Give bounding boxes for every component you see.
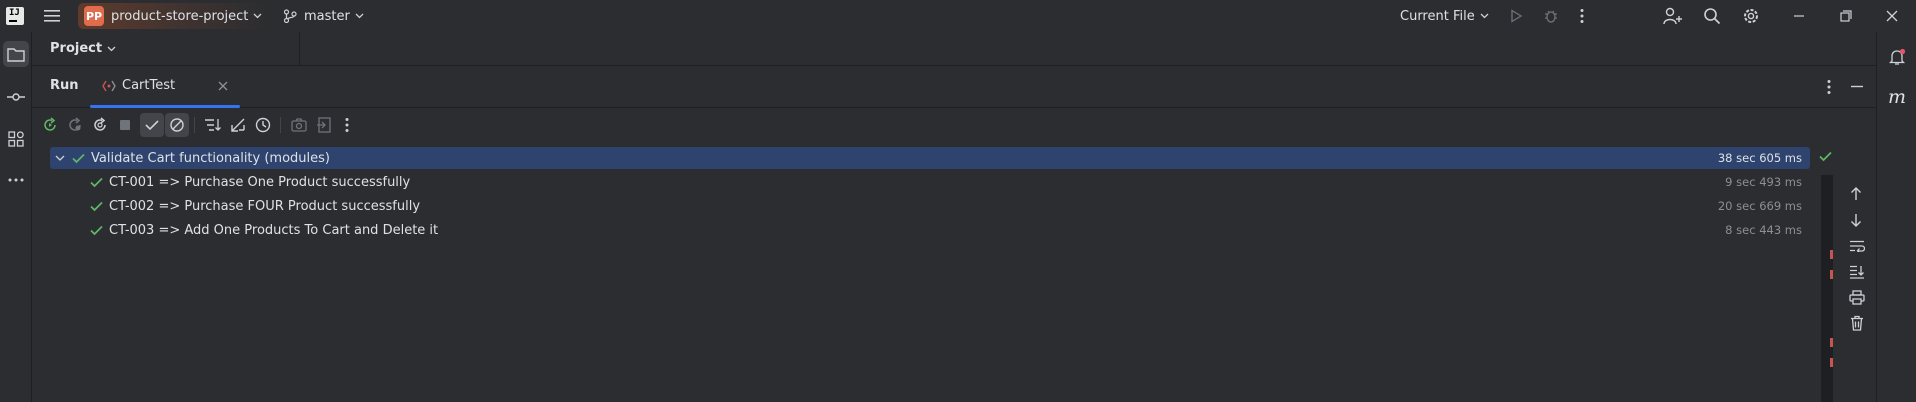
tab-carttest[interactable]: CartTest [90, 66, 240, 108]
options-more-icon[interactable] [1827, 79, 1831, 95]
run-tool-window-header: Run CartTest [32, 66, 1876, 108]
stop-icon[interactable] [113, 113, 137, 137]
run-config-label: Current File [1400, 8, 1475, 24]
test-results-tree: Validate Cart functionality (modules) 38… [32, 145, 1820, 402]
project-view-selector[interactable]: Project [50, 32, 116, 65]
panel-divider [299, 32, 300, 65]
test-duration: 8 sec 443 ms [1725, 223, 1802, 237]
more-icon[interactable] [1580, 0, 1584, 32]
console-text-mark [1830, 358, 1833, 367]
show-passed-icon[interactable] [140, 113, 164, 137]
toolbar-separator [194, 117, 195, 133]
console-text-mark [1830, 250, 1833, 259]
chevron-down-icon[interactable] [55, 155, 67, 162]
notifications-icon[interactable] [1884, 44, 1910, 70]
chevron-down-icon [355, 13, 364, 19]
run-window-title: Run [50, 78, 79, 93]
branch-switcher[interactable]: master [283, 0, 364, 32]
print-icon[interactable] [1849, 290, 1865, 305]
soft-wrap-icon[interactable] [1849, 240, 1865, 252]
suite-name: Validate Cart functionality (modules) [91, 150, 330, 166]
suite-duration: 38 sec 605 ms [1717, 151, 1802, 165]
console-text-mark [1830, 338, 1833, 347]
settings-icon[interactable] [1742, 0, 1760, 32]
passed-check-icon [90, 177, 103, 188]
folder-icon[interactable] [3, 41, 29, 67]
branch-name: master [304, 8, 350, 24]
test-duration: 9 sec 493 ms [1725, 175, 1802, 189]
add-user-icon[interactable] [1663, 0, 1683, 32]
arrow-down-icon[interactable] [1850, 213, 1862, 227]
test-case-row[interactable]: CT-002 => Purchase FOUR Product successf… [50, 195, 1810, 217]
passed-check-icon [90, 225, 103, 236]
test-case-row[interactable]: CT-001 => Purchase One Product successfu… [50, 171, 1810, 193]
project-switcher[interactable]: PP product-store-project [78, 3, 271, 29]
restore-icon[interactable] [1840, 0, 1852, 32]
console-side-toolbar [1840, 145, 1874, 402]
app-logo[interactable]: IJ [6, 0, 24, 32]
debug-icon[interactable] [1543, 0, 1559, 32]
search-icon[interactable] [1703, 0, 1721, 32]
project-view-label: Project [50, 41, 103, 56]
project-header: Project [32, 32, 1876, 66]
rerun-icon[interactable] [38, 113, 62, 137]
test-duration: 20 sec 669 ms [1717, 199, 1802, 213]
tab-label: CartTest [122, 78, 176, 93]
chevron-down-icon [1480, 13, 1489, 19]
right-tool-strip: m [1876, 32, 1916, 402]
toolbar-separator [280, 117, 281, 133]
run-toolbar [32, 108, 1876, 142]
test-case-row[interactable]: CT-003 => Add One Products To Cart and D… [50, 219, 1810, 241]
test-tab-icon [102, 79, 116, 93]
passed-check-icon [1819, 151, 1832, 162]
scroll-to-end-icon[interactable] [1849, 265, 1865, 279]
passed-check-icon [90, 201, 103, 212]
test-name: CT-003 => Add One Products To Cart and D… [109, 222, 439, 238]
more-tools-icon[interactable] [3, 167, 29, 193]
minimize-icon[interactable] [1793, 0, 1805, 32]
rerun-failed-icon[interactable] [63, 113, 87, 137]
console-output-strip[interactable] [1819, 145, 1833, 402]
export-icon[interactable] [312, 113, 336, 137]
run-icon[interactable] [1509, 0, 1523, 32]
plugins-icon[interactable] [3, 126, 29, 152]
commit-icon[interactable] [3, 84, 29, 110]
title-bar: IJ PP product-store-project master Curre… [0, 0, 1916, 32]
console-text-mark [1830, 270, 1833, 279]
close-tab-icon[interactable] [218, 81, 228, 91]
test-name: CT-002 => Purchase FOUR Product successf… [109, 198, 421, 214]
run-config-selector[interactable]: Current File [1400, 0, 1489, 32]
passed-check-icon [72, 153, 85, 164]
show-ignored-icon[interactable] [165, 113, 189, 137]
collapse-icon[interactable] [226, 113, 250, 137]
trash-icon[interactable] [1850, 315, 1864, 331]
chevron-down-icon [253, 13, 262, 19]
test-suite-row[interactable]: Validate Cart functionality (modules) 38… [50, 147, 1810, 169]
hide-panel-icon[interactable] [1850, 85, 1864, 88]
project-badge: PP [84, 6, 104, 26]
ai-assistant-icon[interactable]: m [1884, 84, 1910, 110]
sort-icon[interactable] [201, 113, 225, 137]
test-name: CT-001 => Purchase One Product successfu… [109, 174, 411, 190]
chevron-down-icon [107, 46, 116, 52]
toggle-auto-test-icon[interactable] [88, 113, 112, 137]
close-icon[interactable] [1886, 0, 1898, 32]
screenshot-icon[interactable] [287, 113, 311, 137]
left-tool-strip [0, 32, 32, 402]
main-menu-icon[interactable] [44, 0, 62, 32]
branch-icon [283, 9, 297, 23]
project-name: product-store-project [111, 8, 249, 24]
arrow-up-icon[interactable] [1850, 187, 1862, 201]
more-icon[interactable] [335, 113, 359, 137]
history-icon[interactable] [251, 113, 275, 137]
